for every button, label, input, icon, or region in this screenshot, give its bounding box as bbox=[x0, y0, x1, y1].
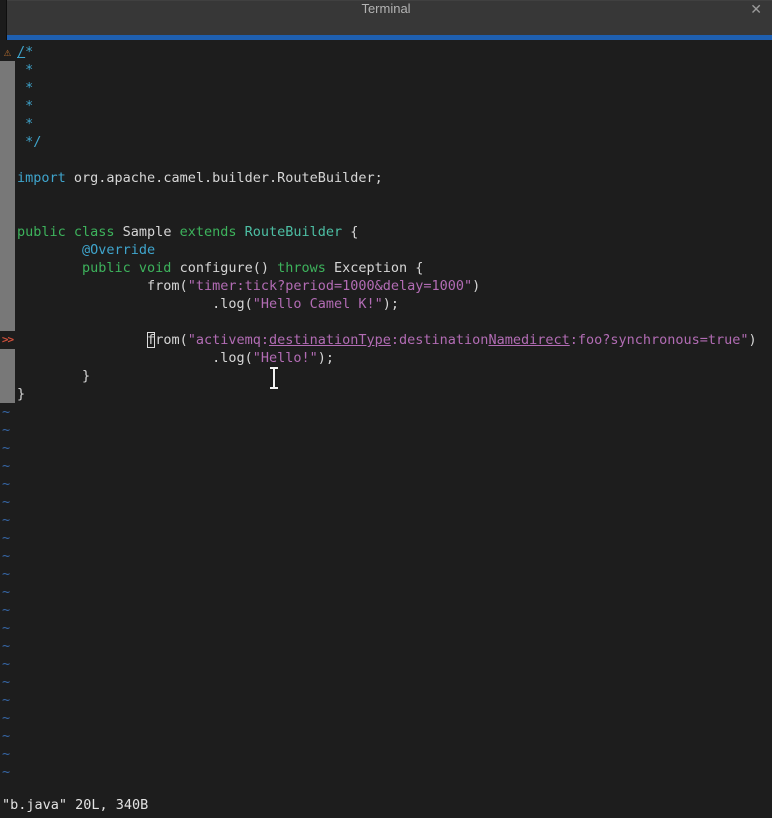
alert-sign-icon: >> bbox=[0, 331, 15, 349]
gutter-cell bbox=[0, 61, 15, 79]
code-line[interactable] bbox=[0, 187, 772, 205]
gutter-cell bbox=[0, 349, 15, 367]
empty-line-tilde: ~ bbox=[0, 745, 772, 763]
code-line[interactable]: */ bbox=[0, 133, 772, 151]
code-text: * bbox=[15, 61, 33, 79]
empty-line-tilde: ~ bbox=[0, 529, 772, 547]
code-line[interactable] bbox=[0, 205, 772, 223]
code-text bbox=[15, 313, 17, 331]
code-line[interactable]: public void configure() throws Exception… bbox=[0, 259, 772, 277]
code-text: * bbox=[15, 79, 33, 97]
code-line[interactable]: from("timer:tick?period=1000&delay=1000"… bbox=[0, 277, 772, 295]
terminal-window: Terminal ✕ ⚠/* * * * * */ import org.apac… bbox=[0, 0, 772, 818]
code-line[interactable] bbox=[0, 313, 772, 331]
gutter-cell bbox=[0, 313, 15, 331]
code-line[interactable] bbox=[0, 151, 772, 169]
code-line[interactable]: .log("Hello Camel K!"); bbox=[0, 295, 772, 313]
code-text bbox=[15, 151, 17, 169]
code-line[interactable]: * bbox=[0, 115, 772, 133]
empty-line-tilde: ~ bbox=[0, 565, 772, 583]
code-text: .log("Hello!"); bbox=[15, 349, 334, 367]
empty-line-tilde: ~ bbox=[0, 583, 772, 601]
vim-status-line: "b.java" 20L, 340B bbox=[2, 796, 148, 814]
code-line[interactable]: .log("Hello!"); bbox=[0, 349, 772, 367]
code-text: @Override bbox=[15, 241, 155, 259]
code-text: from("activemq:destinationType:destinati… bbox=[15, 331, 757, 349]
code-text: from("timer:tick?period=1000&delay=1000"… bbox=[15, 277, 480, 295]
empty-line-tilde: ~ bbox=[0, 727, 772, 745]
gutter-cell bbox=[0, 187, 15, 205]
code-line[interactable]: import org.apache.camel.builder.RouteBui… bbox=[0, 169, 772, 187]
empty-line-tilde: ~ bbox=[0, 691, 772, 709]
empty-line-tilde: ~ bbox=[0, 601, 772, 619]
gutter-cell bbox=[0, 133, 15, 151]
gutter-cell bbox=[0, 97, 15, 115]
warning-sign-icon: ⚠ bbox=[0, 43, 15, 61]
code-text: */ bbox=[15, 133, 41, 151]
code-text: } bbox=[15, 385, 25, 403]
gutter-cell bbox=[0, 241, 15, 259]
code-line[interactable]: } bbox=[0, 385, 772, 403]
code-text: } bbox=[15, 367, 90, 385]
empty-line-tilde: ~ bbox=[0, 619, 772, 637]
gutter-cell bbox=[0, 79, 15, 97]
gutter-cell bbox=[0, 223, 15, 241]
empty-line-tilde: ~ bbox=[0, 421, 772, 439]
code-line[interactable]: >> from("activemq:destinationType:destin… bbox=[0, 331, 772, 349]
code-line[interactable]: public class Sample extends RouteBuilder… bbox=[0, 223, 772, 241]
titlebar-left-strip bbox=[0, 0, 7, 40]
empty-line-tilde: ~ bbox=[0, 655, 772, 673]
titlebar[interactable]: Terminal ✕ bbox=[0, 0, 772, 35]
empty-line-tilde: ~ bbox=[0, 403, 772, 421]
window-title: Terminal bbox=[0, 1, 772, 36]
code-line[interactable]: * bbox=[0, 97, 772, 115]
gutter-cell bbox=[0, 367, 15, 385]
empty-line-tilde: ~ bbox=[0, 457, 772, 475]
gutter-cell bbox=[0, 385, 15, 403]
code-text: * bbox=[15, 97, 33, 115]
code-text: .log("Hello Camel K!"); bbox=[15, 295, 399, 313]
code-text bbox=[15, 205, 17, 223]
gutter-cell bbox=[0, 277, 15, 295]
code-line[interactable]: @Override bbox=[0, 241, 772, 259]
vim-block-cursor: f bbox=[147, 332, 155, 348]
code-line[interactable]: * bbox=[0, 79, 772, 97]
code-text: public class Sample extends RouteBuilder… bbox=[15, 223, 358, 241]
code-area: ⚠/* * * * * */ import org.apache.camel.bu… bbox=[0, 43, 772, 781]
empty-line-tilde: ~ bbox=[0, 547, 772, 565]
empty-line-tilde: ~ bbox=[0, 511, 772, 529]
empty-line-tilde: ~ bbox=[0, 709, 772, 727]
code-text: /* bbox=[15, 43, 33, 61]
code-line[interactable]: * bbox=[0, 61, 772, 79]
code-text bbox=[15, 187, 17, 205]
editor-area[interactable]: ⚠/* * * * * */ import org.apache.camel.bu… bbox=[0, 40, 772, 818]
empty-line-tilde: ~ bbox=[0, 493, 772, 511]
empty-line-tilde: ~ bbox=[0, 763, 772, 781]
close-icon[interactable]: ✕ bbox=[750, 1, 762, 36]
empty-line-tilde: ~ bbox=[0, 637, 772, 655]
empty-line-tilde: ~ bbox=[0, 475, 772, 493]
gutter-cell bbox=[0, 169, 15, 187]
gutter-cell bbox=[0, 295, 15, 313]
code-text: public void configure() throws Exception… bbox=[15, 259, 423, 277]
gutter-cell bbox=[0, 205, 15, 223]
code-text: * bbox=[15, 115, 33, 133]
gutter-cell bbox=[0, 151, 15, 169]
empty-line-tilde: ~ bbox=[0, 439, 772, 457]
code-line[interactable]: } bbox=[0, 367, 772, 385]
code-line[interactable]: ⚠/* bbox=[0, 43, 772, 61]
gutter-cell bbox=[0, 259, 15, 277]
code-text: import org.apache.camel.builder.RouteBui… bbox=[15, 169, 383, 187]
mouse-cursor-ibeam bbox=[267, 366, 281, 390]
gutter-cell bbox=[0, 115, 15, 133]
empty-line-tilde: ~ bbox=[0, 673, 772, 691]
